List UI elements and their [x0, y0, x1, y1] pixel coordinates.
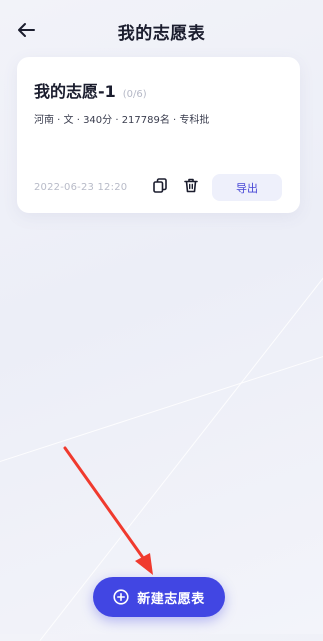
top-bar: 我的志愿表 — [0, 0, 323, 62]
new-plan-button[interactable]: 新建志愿表 — [93, 577, 225, 617]
copy-icon — [153, 177, 167, 197]
plus-circle-icon — [113, 589, 129, 605]
export-button[interactable]: 导出 — [212, 174, 282, 201]
background-stripe — [0, 314, 323, 501]
plan-card-title-row: 我的志愿-1 (0/6) — [34, 78, 147, 102]
plan-date: 2022-06-23 12:20 — [34, 182, 128, 193]
plan-card[interactable]: 我的志愿-1 (0/6) 河南 · 文 · 340分 · 217789名 · 专… — [17, 57, 300, 213]
trash-icon — [184, 178, 198, 197]
background-stripe — [39, 167, 323, 641]
plan-count: (0/6) — [122, 89, 147, 100]
copy-button[interactable] — [151, 177, 169, 197]
page-title: 我的志愿表 — [117, 24, 206, 44]
delete-button[interactable] — [182, 178, 200, 196]
plan-title: 我的志愿-1 — [34, 82, 116, 101]
plan-info: 河南 · 文 · 340分 · 217789名 · 专科批 — [34, 115, 210, 126]
new-plan-label: 新建志愿表 — [137, 591, 205, 607]
